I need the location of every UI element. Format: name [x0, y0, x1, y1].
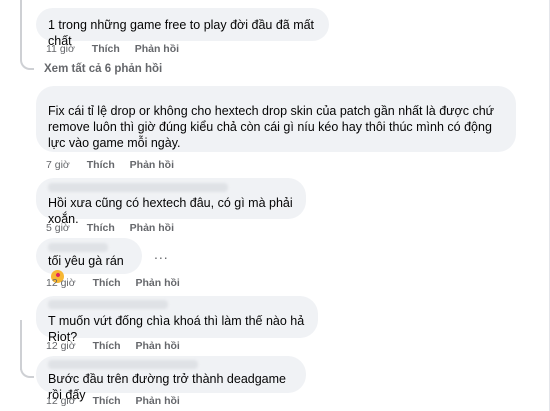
reply-button[interactable]: Phản hồi — [130, 159, 174, 171]
thread-line — [20, 0, 22, 60]
comment-actions: 7 giờ Thích Phản hồi — [46, 159, 186, 171]
like-button[interactable]: Thích — [93, 395, 121, 407]
like-button[interactable]: Thích — [93, 277, 121, 289]
like-button[interactable]: Thích — [92, 43, 120, 55]
comment-bubble: Fix cái tỉ lệ drop or không cho hextech … — [36, 86, 516, 152]
comment-time[interactable]: 12 giờ — [46, 395, 76, 407]
comment-text: Fix cái tỉ lệ drop or không cho hextech … — [48, 104, 495, 150]
thread-connector — [20, 366, 34, 378]
comment-bubble: 1 trong những game free to play đời đầu … — [36, 8, 329, 48]
comment-actions: 12 giờ Thích Phản hồi — [46, 277, 192, 289]
comment-actions: 5 giờ Thích Phản hồi — [46, 222, 186, 234]
view-all-replies-link[interactable]: Xem tất cả 6 phản hồi — [44, 63, 162, 75]
reply-button[interactable]: Phản hồi — [136, 340, 180, 352]
comment-actions: 11 giờ Thích Phản hồi — [46, 43, 191, 55]
author-name — [48, 360, 198, 369]
thread-line — [20, 320, 22, 370]
author-name — [48, 183, 228, 192]
comment-time[interactable]: 7 giờ — [46, 159, 70, 171]
like-button[interactable]: Thích — [87, 222, 115, 234]
thread-connector — [20, 58, 34, 70]
comment-time[interactable]: 11 giờ — [46, 43, 75, 55]
reply-button[interactable]: Phản hồi — [136, 277, 180, 289]
author-name — [48, 300, 168, 309]
like-button[interactable]: Thích — [93, 340, 121, 352]
reply-button[interactable]: Phản hồi — [135, 43, 179, 55]
comment-time[interactable]: 12 giờ — [46, 277, 76, 289]
comment-time[interactable]: 12 giờ — [46, 340, 76, 352]
comment-actions: 12 giờ Thích Phản hồi — [46, 395, 192, 407]
comment-actions: 12 giờ Thích Phản hồi — [46, 340, 192, 352]
reply-button[interactable]: Phản hồi — [136, 395, 180, 407]
author-name — [48, 243, 108, 252]
reply-button[interactable]: Phản hồi — [130, 222, 174, 234]
like-button[interactable]: Thích — [87, 159, 115, 171]
comment-time[interactable]: 5 giờ — [46, 222, 70, 234]
more-options-button[interactable]: ... — [154, 246, 169, 262]
